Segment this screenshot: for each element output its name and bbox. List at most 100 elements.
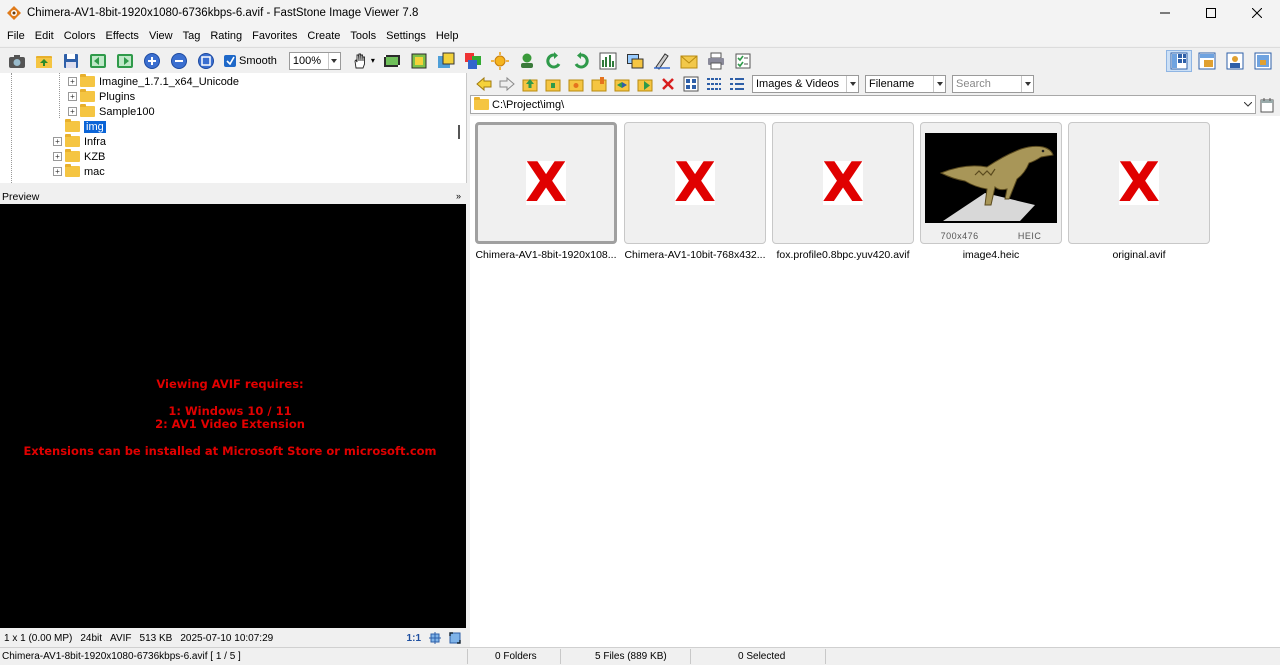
expand-icon[interactable]: + (53, 152, 62, 161)
rotate-right-icon[interactable] (571, 51, 591, 71)
tree-item-label: Plugins (99, 90, 136, 103)
image-bit-depth: 24bit (80, 632, 103, 644)
actual-size-button[interactable]: 1:1 (407, 633, 421, 644)
histogram-icon[interactable] (598, 51, 618, 71)
search-input[interactable]: Search (953, 78, 1021, 90)
tree-item-plugins[interactable]: + Plugins (68, 89, 135, 104)
menu-favorites[interactable]: Favorites (247, 30, 302, 42)
zoom-in-icon[interactable] (142, 51, 162, 71)
layout-preview-button[interactable] (1194, 50, 1220, 72)
tree-item-kzb[interactable]: + KZB (53, 149, 105, 164)
menu-view[interactable]: View (144, 30, 178, 42)
slideshow-icon[interactable] (382, 51, 402, 71)
move-to-icon[interactable] (636, 75, 654, 93)
search-box[interactable]: Search (952, 75, 1034, 93)
layout-full-button[interactable] (1250, 50, 1276, 72)
previous-image-icon[interactable] (88, 51, 108, 71)
folder-history-icon[interactable] (1259, 97, 1275, 113)
delete-icon[interactable] (659, 75, 677, 93)
open-folder-icon[interactable] (34, 51, 54, 71)
menu-create[interactable]: Create (302, 30, 345, 42)
layout-single-button[interactable] (1222, 50, 1248, 72)
hand-tool-chevron-icon[interactable]: ▾ (371, 56, 375, 65)
tree-item-infra[interactable]: + Infra (53, 134, 106, 149)
expand-icon[interactable]: + (53, 137, 62, 146)
expand-icon[interactable]: + (68, 92, 77, 101)
crop-icon[interactable] (409, 51, 429, 71)
tree-guide-line (11, 73, 12, 183)
menu-effects[interactable]: Effects (101, 30, 144, 42)
menu-rating[interactable]: Rating (205, 30, 247, 42)
thumbnail-meta: 700x476 HEIC (921, 231, 1061, 241)
collapse-chevron-icon[interactable]: » (456, 191, 461, 201)
thumbnail-item[interactable]: X (624, 122, 766, 244)
rotate-left-icon[interactable] (544, 51, 564, 71)
up-folder-icon[interactable] (521, 75, 539, 93)
smooth-label: Smooth (239, 54, 277, 67)
hand-tool-icon[interactable] (350, 51, 370, 71)
status-bar: Chimera-AV1-8bit-1920x1080-6736kbps-6.av… (0, 647, 1280, 665)
thumbnail-item[interactable]: X (1068, 122, 1210, 244)
menu-tag[interactable]: Tag (178, 30, 206, 42)
acquire-camera-icon[interactable] (7, 51, 27, 71)
copy-to-icon[interactable] (613, 75, 631, 93)
print-icon[interactable] (706, 51, 726, 71)
close-button[interactable] (1234, 0, 1280, 26)
email-icon[interactable] (679, 51, 699, 71)
status-divider (825, 649, 826, 664)
thumbnail-item[interactable]: X (772, 122, 914, 244)
menu-edit[interactable]: Edit (30, 30, 59, 42)
forward-arrow-icon[interactable] (498, 75, 516, 93)
sort-dropdown[interactable]: Filename (865, 75, 946, 93)
maximize-button[interactable] (1188, 0, 1234, 26)
folder-tree: + Imagine_1.7.1_x64_Unicode + Plugins + … (0, 73, 467, 183)
zoom-dropdown[interactable]: 100% (288, 51, 341, 70)
save-icon[interactable] (61, 51, 81, 71)
folder-icon (65, 164, 80, 177)
color-adjust-icon[interactable] (463, 51, 483, 71)
preview-message-heading: Viewing AVIF requires: (156, 377, 304, 391)
actual-size-icon[interactable] (196, 51, 216, 71)
menu-colors[interactable]: Colors (59, 30, 101, 42)
menu-settings[interactable]: Settings (381, 30, 431, 42)
list-view-icon[interactable] (705, 75, 723, 93)
menu-file[interactable]: File (2, 30, 30, 42)
thumbnail-dimensions: 700x476 (940, 231, 979, 241)
path-input[interactable]: C:\Project\img\ (470, 95, 1256, 114)
resize-icon[interactable] (436, 51, 456, 71)
tree-item-imagine[interactable]: + Imagine_1.7.1_x64_Unicode (68, 74, 239, 89)
expand-icon[interactable]: + (53, 167, 62, 176)
red-eye-icon[interactable] (517, 51, 537, 71)
thumbnail-view-icon[interactable] (682, 75, 700, 93)
folder-bookmark-icon[interactable] (590, 75, 608, 93)
draw-icon[interactable] (652, 51, 672, 71)
tree-item-img[interactable]: img (65, 119, 106, 134)
smooth-checkbox[interactable] (224, 54, 236, 67)
next-image-icon[interactable] (115, 51, 135, 71)
zoom-out-icon[interactable] (169, 51, 189, 71)
chevron-down-icon[interactable] (1244, 102, 1252, 107)
thumbnail-item[interactable]: X (475, 122, 617, 244)
thumbnail-item[interactable]: 700x476 HEIC (920, 122, 1062, 244)
brightness-icon[interactable] (490, 51, 510, 71)
tree-guide-line (59, 73, 60, 118)
menu-tools[interactable]: Tools (345, 30, 381, 42)
settings-checklist-icon[interactable] (733, 51, 753, 71)
back-arrow-icon[interactable] (475, 75, 493, 93)
expand-icon[interactable]: + (68, 107, 77, 116)
expand-icon[interactable]: + (68, 77, 77, 86)
favorites-folder-icon[interactable] (567, 75, 585, 93)
tree-scrollbar[interactable] (458, 125, 460, 139)
compare-icon[interactable] (625, 51, 645, 71)
file-type-filter-dropdown[interactable]: Images & Videos (752, 75, 859, 93)
menu-help[interactable]: Help (431, 30, 464, 42)
new-folder-icon[interactable] (544, 75, 562, 93)
fullscreen-icon[interactable] (449, 632, 461, 644)
zoom-value: 100% (292, 54, 322, 67)
layout-browser-button[interactable] (1166, 50, 1192, 72)
tree-item-mac[interactable]: + mac (53, 164, 105, 179)
fit-window-icon[interactable] (429, 632, 441, 644)
details-view-icon[interactable] (728, 75, 746, 93)
minimize-button[interactable] (1142, 0, 1188, 26)
tree-item-sample100[interactable]: + Sample100 (68, 104, 155, 119)
